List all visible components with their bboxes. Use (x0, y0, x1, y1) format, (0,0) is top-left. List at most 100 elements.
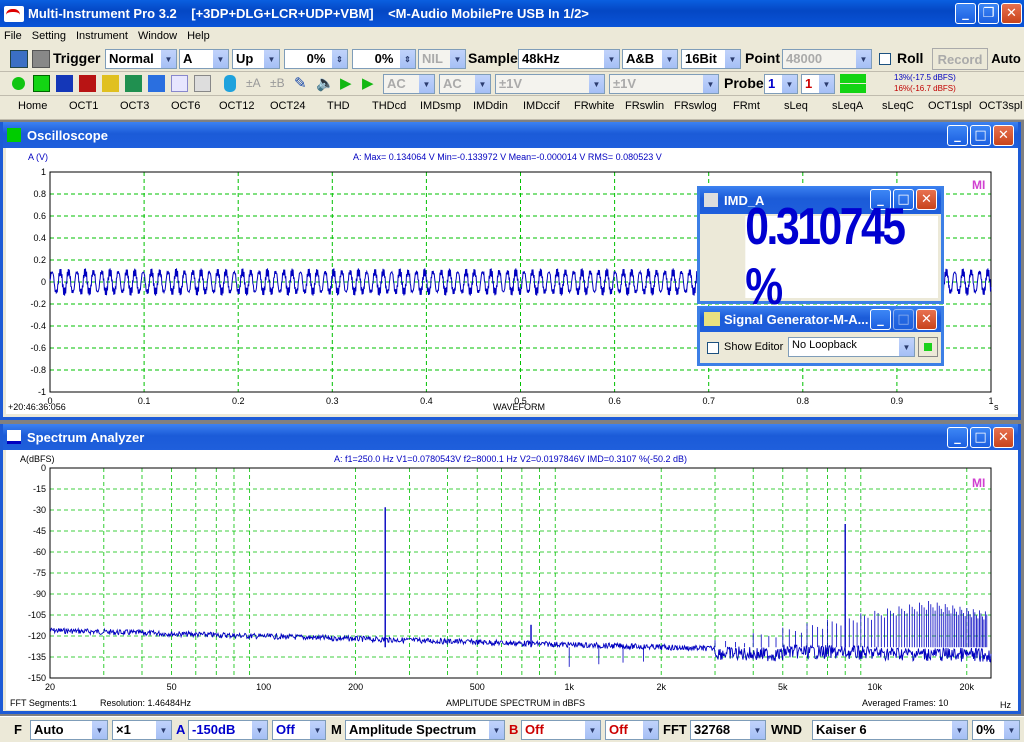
minimize-icon[interactable]: _ (870, 309, 891, 330)
fft-size-select[interactable]: 32768 ▼ (690, 720, 766, 740)
trigger-delay-stepper[interactable]: 0% ⇕ (352, 49, 416, 69)
a-weighting-select[interactable]: Off ▼ (272, 720, 326, 740)
nil-select[interactable]: NIL ▼ (418, 49, 466, 69)
loopback-select[interactable]: No Loopback ▼ (788, 337, 915, 357)
tab-sleqc[interactable]: sLeqC (882, 100, 914, 112)
auto-button[interactable]: Auto (990, 48, 1022, 70)
roll-checkbox[interactable] (879, 53, 891, 65)
out-icon[interactable] (148, 75, 165, 92)
b-weighting-select[interactable]: Off ▼ (605, 720, 659, 740)
range-a-select[interactable]: ±1V ▼ (495, 74, 605, 94)
play-icon[interactable]: ▶ (340, 74, 352, 92)
minimize-icon[interactable]: _ (947, 427, 968, 448)
y-tick-label: -0.8 (30, 365, 46, 375)
tab-imdccif[interactable]: IMDccif (523, 100, 560, 112)
auto-select[interactable]: Auto ▼ (30, 720, 108, 740)
oscilloscope-title: Oscilloscope (27, 127, 108, 143)
signal-generator-icon (704, 312, 720, 326)
spectrum-plot-area[interactable]: A(dBFS) A: f1=250.0 Hz V1=0.0780543V f2=… (6, 450, 1018, 710)
mode-select[interactable]: Amplitude Spectrum ▼ (345, 720, 505, 740)
tab-oct12[interactable]: OCT12 (219, 100, 254, 112)
probe-a-select[interactable]: 1 ▼ (764, 74, 798, 94)
menu-help[interactable]: Help (187, 30, 210, 42)
probe-icon[interactable]: ✎ (294, 74, 307, 92)
restore-icon[interactable]: ❐ (978, 3, 999, 24)
record-button[interactable]: Record (932, 48, 988, 70)
analyzer-settings-bar: F Auto ▼ ×1 ▼ A -150dB ▼ Off ▼ M Amplitude S… (0, 716, 1024, 742)
trigger-edge-select[interactable]: Up ▼ (232, 49, 280, 69)
mi-logo: MI (972, 476, 986, 490)
tab-oct24[interactable]: OCT24 (270, 100, 305, 112)
close-icon[interactable]: ✕ (916, 309, 937, 330)
signal-generator-icon[interactable] (171, 75, 188, 92)
close-icon[interactable]: ✕ (993, 125, 1014, 146)
multiplier-select[interactable]: ×1 ▼ (112, 720, 172, 740)
speaker-icon[interactable]: 🔈 (316, 74, 335, 92)
tab-home[interactable]: Home (18, 100, 47, 112)
coupling-a-select[interactable]: AC ▼ (383, 74, 435, 94)
overlap-select[interactable]: 0% ▼ (972, 720, 1020, 740)
close-icon[interactable]: ✕ (1001, 3, 1022, 24)
spectrum-icon[interactable] (56, 75, 73, 92)
chart-icon[interactable] (125, 75, 142, 92)
tab-thd[interactable]: THD (327, 100, 350, 112)
tab-frwhite[interactable]: FRwhite (574, 100, 614, 112)
tab-frswlin[interactable]: FRswlin (625, 100, 664, 112)
trigger-level-stepper[interactable]: 0% ⇕ (284, 49, 348, 69)
coupling-b-select[interactable]: AC ▼ (439, 74, 491, 94)
menu-instrument[interactable]: Instrument (76, 30, 128, 42)
probe-b-select[interactable]: 1 ▼ (801, 74, 835, 94)
point-select[interactable]: 48000 ▼ (782, 49, 872, 69)
tab-oct1spl[interactable]: OCT1spl (928, 100, 971, 112)
tab-thdcd[interactable]: THDcd (372, 100, 406, 112)
tab-frmt[interactable]: FRmt (733, 100, 760, 112)
db-range-select[interactable]: -150dB ▼ (188, 720, 268, 740)
run-icon[interactable] (12, 77, 25, 90)
menu-setting[interactable]: Setting (32, 30, 66, 42)
b-off-select[interactable]: Off ▼ (521, 720, 601, 740)
generator-start-button[interactable] (918, 337, 938, 357)
tab-imdsmp[interactable]: IMDsmp (420, 100, 461, 112)
close-icon[interactable]: ✕ (993, 427, 1014, 448)
disk-icon[interactable] (32, 50, 50, 68)
channel-select[interactable]: A&B ▼ (622, 49, 678, 69)
spectrum-title-bar[interactable]: Spectrum Analyzer _ □ ✕ (3, 424, 1018, 450)
maximize-icon[interactable]: □ (970, 125, 991, 146)
b-label: B (509, 722, 519, 737)
input-b-icon[interactable]: ±B (270, 76, 285, 90)
minimize-icon[interactable]: _ (955, 3, 976, 24)
phase-icon[interactable] (102, 75, 119, 92)
tab-sleq[interactable]: sLeq (784, 100, 808, 112)
tab-frswlog[interactable]: FRswlog (674, 100, 717, 112)
trigger-mode-select[interactable]: Normal ▼ (105, 49, 177, 69)
oscilloscope-title-bar[interactable]: Oscilloscope _ □ ✕ (3, 122, 1018, 148)
menu-file[interactable]: File (4, 30, 22, 42)
signal-generator-title-bar[interactable]: Signal Generator-M-A... _ □ ✕ (700, 306, 941, 332)
sample-rate-select[interactable]: 48kHz ▼ (518, 49, 620, 69)
mi-logo: MI (972, 178, 986, 192)
bits-select[interactable]: 16Bit ▼ (681, 49, 741, 69)
oscilloscope-icon[interactable] (33, 75, 50, 92)
tab-oct6[interactable]: OCT6 (171, 100, 200, 112)
play-once-icon[interactable]: ▶ (362, 74, 374, 92)
calibrate-icon[interactable] (224, 75, 236, 92)
show-editor-checkbox[interactable] (707, 342, 719, 354)
minimize-icon[interactable]: _ (947, 125, 968, 146)
spectrum-chart: 20 50 100 200 500 1k 2k 5k 10k 20k 0 -15 -30 -45 -60 -7… (28, 463, 992, 692)
trigger-channel-select[interactable]: A ▼ (179, 49, 229, 69)
window-select[interactable]: Kaiser 6 ▼ (812, 720, 968, 740)
ddp-icon (704, 193, 718, 207)
tab-oct1[interactable]: OCT1 (69, 100, 98, 112)
tab-imddin[interactable]: IMDdin (473, 100, 508, 112)
save-icon[interactable] (10, 50, 28, 68)
input-a-icon[interactable]: ±A (246, 76, 261, 90)
multimeter-icon[interactable] (79, 75, 96, 92)
maximize-icon[interactable]: □ (970, 427, 991, 448)
tab-oct3[interactable]: OCT3 (120, 100, 149, 112)
tab-sleqa[interactable]: sLeqA (832, 100, 863, 112)
menu-window[interactable]: Window (138, 30, 177, 42)
range-b-select[interactable]: ±1V ▼ (609, 74, 719, 94)
ddp-icon[interactable] (194, 75, 211, 92)
tab-oct3spl[interactable]: OCT3spl (979, 100, 1022, 112)
maximize-icon[interactable]: □ (893, 309, 914, 330)
